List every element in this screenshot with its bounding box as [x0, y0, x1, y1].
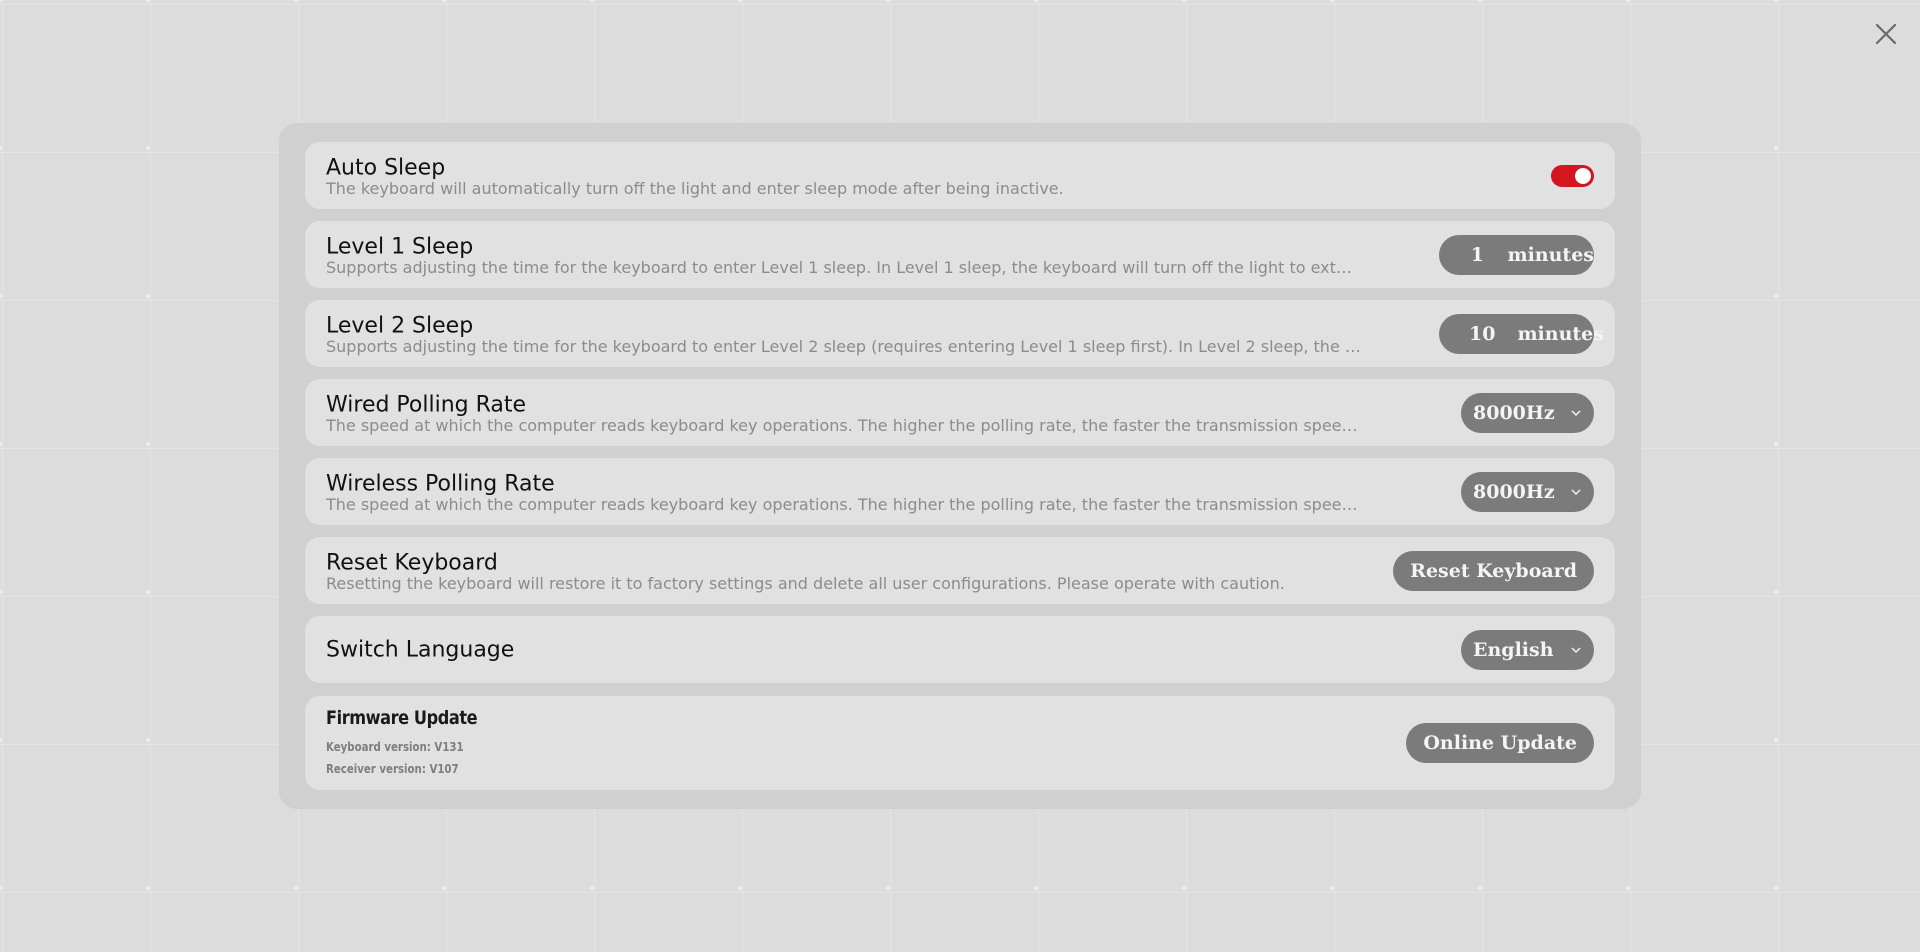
toggle-knob	[1575, 168, 1591, 184]
firmware-update-row: Firmware Update Keyboard version: V131 R…	[305, 696, 1615, 790]
switch-language-title: Switch Language	[326, 637, 515, 663]
chevron-down-icon	[1571, 489, 1581, 496]
level2-sleep-minutes-input[interactable]: 10 minutes	[1439, 314, 1604, 354]
wireless-polling-rate-title: Wireless Polling Rate	[326, 471, 555, 497]
language-value: English	[1473, 639, 1554, 661]
wired-polling-rate-title: Wired Polling Rate	[326, 392, 527, 418]
level1-sleep-unit: minutes	[1507, 244, 1594, 266]
reset-keyboard-description: Resetting the keyboard will restore it t…	[326, 574, 1285, 593]
reset-keyboard-button[interactable]: Reset Keyboard	[1393, 551, 1594, 591]
keyboard-version: Keyboard version: V131	[326, 740, 464, 754]
wired-polling-rate-row: Wired Polling Rate The speed at which th…	[305, 379, 1615, 446]
level2-sleep-unit: minutes	[1517, 323, 1604, 345]
wireless-polling-rate-value: 8000Hz	[1473, 481, 1555, 503]
language-select[interactable]: English	[1461, 630, 1594, 670]
receiver-version: Receiver version: V107	[326, 762, 459, 776]
wired-polling-rate-value: 8000Hz	[1473, 402, 1555, 424]
level1-sleep-minutes-input[interactable]: 1 minutes	[1439, 235, 1594, 275]
auto-sleep-row: Auto Sleep The keyboard will automatical…	[305, 142, 1615, 209]
wired-polling-rate-description: The speed at which the computer reads ke…	[326, 416, 1358, 435]
wireless-polling-rate-select[interactable]: 8000Hz	[1461, 472, 1594, 512]
close-button[interactable]	[1870, 18, 1902, 50]
reset-keyboard-row: Reset Keyboard Resetting the keyboard wi…	[305, 537, 1615, 604]
online-update-button[interactable]: Online Update	[1406, 723, 1594, 763]
wireless-polling-rate-description: The speed at which the computer reads ke…	[326, 495, 1358, 514]
close-icon	[1875, 23, 1897, 45]
level1-sleep-description: Supports adjusting the time for the keyb…	[326, 258, 1352, 277]
wired-polling-rate-select[interactable]: 8000Hz	[1461, 393, 1594, 433]
level1-sleep-title: Level 1 Sleep	[326, 234, 474, 260]
wireless-polling-rate-row: Wireless Polling Rate The speed at which…	[305, 458, 1615, 525]
auto-sleep-title: Auto Sleep	[326, 155, 446, 181]
level2-sleep-value[interactable]: 10	[1469, 323, 1495, 345]
settings-panel: Auto Sleep The keyboard will automatical…	[279, 123, 1641, 809]
chevron-down-icon	[1571, 647, 1581, 654]
firmware-update-title: Firmware Update	[326, 707, 478, 729]
auto-sleep-description: The keyboard will automatically turn off…	[326, 179, 1064, 198]
level2-sleep-description: Supports adjusting the time for the keyb…	[326, 337, 1361, 356]
level2-sleep-title: Level 2 Sleep	[326, 313, 474, 339]
reset-keyboard-title: Reset Keyboard	[326, 550, 498, 576]
auto-sleep-toggle[interactable]	[1551, 165, 1594, 187]
chevron-down-icon	[1571, 410, 1581, 417]
switch-language-row: Switch Language English	[305, 616, 1615, 683]
level1-sleep-row: Level 1 Sleep Supports adjusting the tim…	[305, 221, 1615, 288]
level2-sleep-row: Level 2 Sleep Supports adjusting the tim…	[305, 300, 1615, 367]
level1-sleep-value[interactable]: 1	[1469, 244, 1485, 266]
